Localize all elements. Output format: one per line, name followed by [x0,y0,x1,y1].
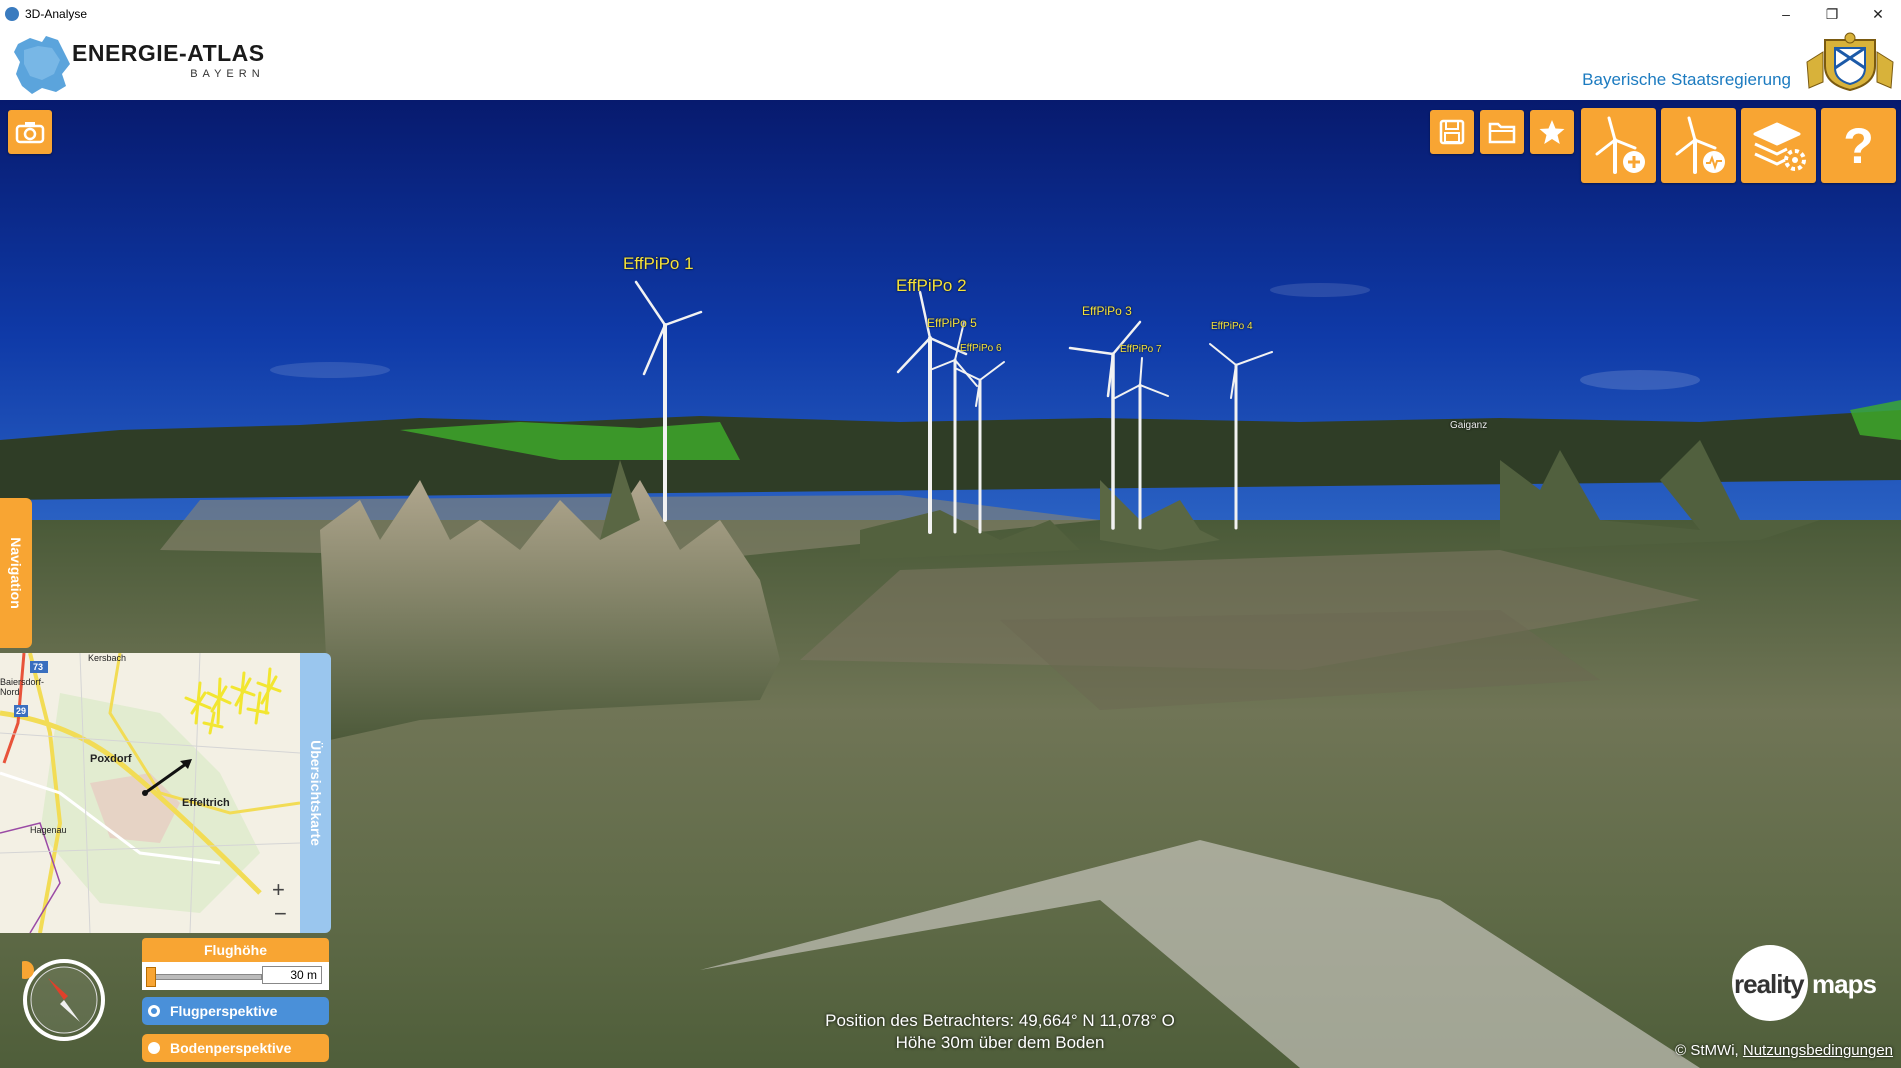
window-titlebar: 3D-Analyse – ❐ ✕ [0,0,1901,28]
place-label-gaiganz: Gaiganz [1450,420,1488,431]
wind-turbine-add-icon [1595,116,1645,174]
window-title: 3D-Analyse [25,7,88,21]
camera-icon [15,122,45,144]
realitymaps-prefix: reality [1734,969,1805,999]
turbine-label-4[interactable]: EffPiPo 4 [1211,321,1253,332]
turbine-label-7[interactable]: EffPiPo 7 [1120,344,1162,355]
logo-title: ENERGIE-ATLAS [72,40,265,66]
layer-settings-button[interactable] [1741,108,1816,183]
layers-gear-icon [1753,122,1806,171]
add-turbine-button[interactable] [1581,108,1656,183]
road-number-29: 29 [16,706,27,716]
map-zoom-in-button[interactable]: + [272,879,285,901]
favorite-button[interactable] [1530,110,1574,154]
app-header: ENERGIE-ATLAS BAYERN Bayerische Staatsre… [0,28,1901,101]
turbine-label-5[interactable]: EffPiPo 5 [927,316,977,330]
save-icon [1439,119,1465,145]
realitymaps-suffix: maps [1812,969,1877,999]
government-label[interactable]: Bayerische Staatsregierung [1582,70,1791,90]
minimize-button[interactable]: – [1763,0,1809,28]
folder-icon [1488,122,1516,144]
restore-button[interactable]: ❐ [1809,0,1855,28]
ground-perspective-option[interactable]: Bodenperspektive [142,1034,329,1062]
overview-map-tab-label: Übersichtskarte [307,740,324,846]
ground-perspective-label: Bodenperspektive [170,1040,292,1056]
open-button[interactable] [1480,110,1524,154]
screenshot-button[interactable] [8,110,52,154]
flight-perspective-label: Flugperspektive [170,1003,278,1019]
road-number-73: 73 [33,662,44,672]
overview-map-tab[interactable]: Übersichtskarte [300,653,331,933]
map-zoom-out-button[interactable]: − [274,903,287,925]
logo-subtitle: BAYERN [190,68,265,80]
map-label-poxdorf: Poxdorf [90,753,132,765]
turbine-label-6[interactable]: EffPiPo 6 [960,343,1002,354]
turbine-label-2[interactable]: EffPiPo 2 [896,276,967,296]
overview-map[interactable]: 73 29 Kersbach Baiersdorf-Nord Poxdorf E… [0,653,300,933]
navigation-tab-label: Navigation [8,537,25,609]
map-label-effeltrich: Effeltrich [182,797,230,809]
viewer-position-info: Position des Betrachters: 49,664° N 11,0… [700,1010,1300,1054]
help-button[interactable]: ? [1821,108,1896,183]
turbine-label-3[interactable]: EffPiPo 3 [1082,304,1132,318]
map-label-kersbach: Kersbach [88,653,127,663]
app-icon [5,7,19,21]
viewer-position-text: Position des Betrachters: 49,664° N 11,0… [825,1011,1175,1030]
turbine-label-1[interactable]: EffPiPo 1 [623,254,694,274]
copyright-text: © StMWi, [1675,1042,1739,1059]
navigation-tab[interactable]: Navigation [0,498,32,648]
compass-icon[interactable] [22,958,106,1042]
terms-of-use-link[interactable]: Nutzungsbedingungen [1743,1042,1893,1059]
flight-height-label: Flughöhe [142,938,329,962]
close-button[interactable]: ✕ [1855,0,1901,28]
help-icon: ? [1843,117,1874,174]
flight-height-input[interactable]: 30 m [262,966,322,984]
flight-perspective-radio[interactable] [148,1005,160,1017]
ground-perspective-radio[interactable] [148,1042,160,1054]
wind-turbine-signal-icon [1675,116,1725,174]
map-label-hagenau: Hagenau [30,825,67,835]
flight-height-slider[interactable] [150,974,262,980]
copyright-notice: © StMWi, Nutzungsbedingungen [1675,1042,1893,1059]
flight-height-slider-thumb[interactable] [146,967,156,987]
bavaria-map-logo [14,36,70,94]
star-icon [1539,120,1565,144]
flight-perspective-option[interactable]: Flugperspektive [142,997,329,1025]
bavarian-crest-icon [1806,32,1894,92]
energie-atlas-logo: ENERGIE-ATLAS BAYERN [72,40,265,80]
save-button[interactable] [1430,110,1474,154]
viewer-height-text: Höhe 30m über dem Boden [895,1033,1105,1052]
turbine-analysis-button[interactable] [1661,108,1736,183]
flight-height-control: 30 m [142,962,329,990]
map-label-baiersdorf: Baiersdorf-Nord [0,677,45,697]
realitymaps-logo[interactable]: reality maps [1730,945,1880,1030]
